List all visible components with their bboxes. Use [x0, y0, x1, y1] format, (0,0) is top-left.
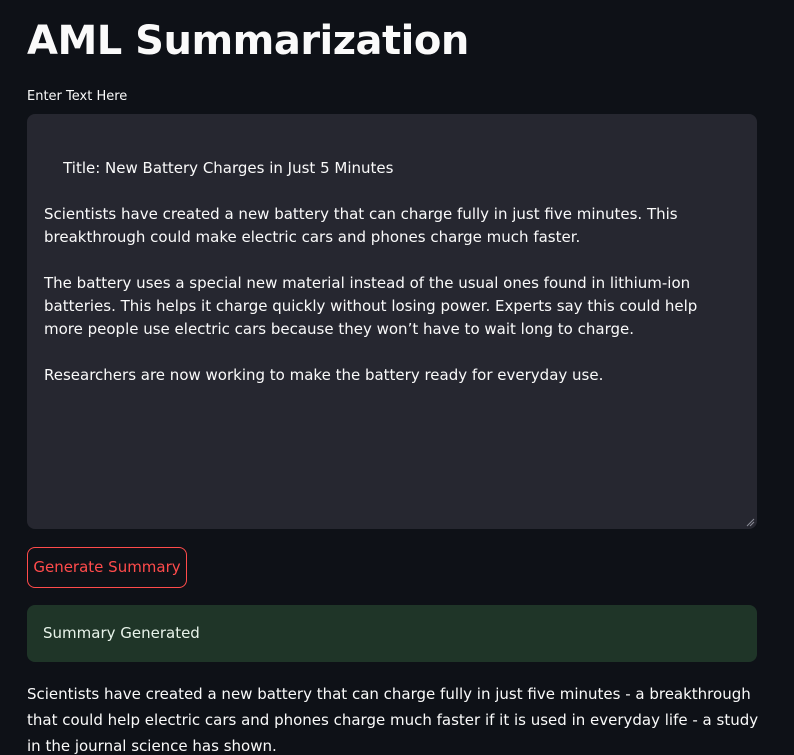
summary-output-text: Scientists have created a new battery th… [27, 685, 759, 755]
text-input-value: Title: New Battery Charges in Just 5 Min… [44, 159, 698, 384]
text-input-area[interactable]: Title: New Battery Charges in Just 5 Min… [27, 114, 757, 529]
success-alert: Summary Generated [27, 605, 757, 662]
text-input-label: Enter Text Here [27, 89, 128, 104]
app-container: AML Summarization Enter Text Here Title:… [0, 0, 794, 755]
page-title: AML Summarization [27, 18, 469, 64]
resize-handle-icon[interactable] [745, 517, 755, 527]
success-alert-message: Summary Generated [43, 624, 200, 642]
generate-summary-button[interactable]: Generate Summary [27, 547, 187, 588]
